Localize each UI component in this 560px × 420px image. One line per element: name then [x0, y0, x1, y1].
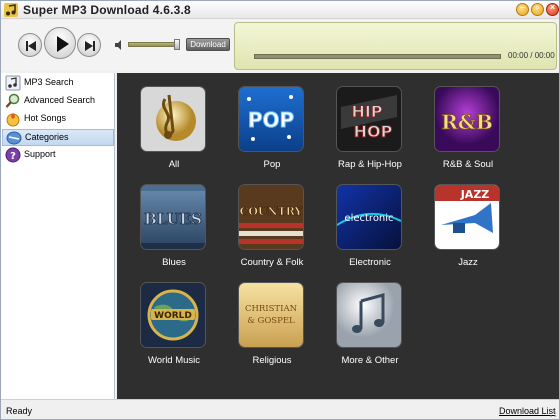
svg-text:?: ? — [10, 151, 16, 162]
play-button[interactable] — [44, 27, 76, 59]
world-globe-icon: WORLD — [141, 283, 205, 347]
previous-icon — [26, 41, 36, 51]
svg-text:BLUES: BLUES — [144, 210, 202, 228]
sidebar-item-hot-songs[interactable]: Hot Songs — [2, 111, 114, 128]
categories-icon — [6, 131, 22, 145]
electronic-badge-icon: electronic — [337, 185, 401, 249]
now-playing-display: 00:00 / 00:00 — [234, 22, 557, 70]
sidebar-item-label: MP3 Search — [24, 77, 74, 87]
sidebar-item-support[interactable]: ? Support — [2, 147, 114, 164]
help-icon: ? — [5, 147, 21, 163]
next-button[interactable] — [77, 33, 101, 57]
svg-text:R&B: R&B — [441, 110, 493, 134]
volume-slider-knob[interactable] — [174, 39, 180, 50]
download-list-link[interactable]: Download List — [499, 406, 556, 416]
hip-hop-badge-icon: HIP HOP — [337, 87, 401, 151]
category-label: Electronic — [349, 257, 391, 268]
svg-text:HOP: HOP — [354, 122, 393, 141]
title-bar[interactable]: Super MP3 Download 4.6.3.8 – ▫ × — [1, 1, 559, 19]
app-logo-icon — [4, 3, 18, 17]
volume-slider[interactable] — [128, 42, 178, 47]
time-readout: 00:00 / 00:00 — [508, 51, 555, 60]
category-label: Blues — [162, 257, 186, 268]
svg-text:WORLD: WORLD — [154, 311, 192, 321]
previous-button[interactable] — [18, 33, 42, 57]
sidebar-item-label: Support — [24, 149, 56, 159]
sidebar-item-label: Advanced Search — [24, 95, 96, 105]
close-icon: × — [549, 2, 556, 12]
sidebar-item-label: Categories — [25, 132, 69, 142]
category-label: Religious — [252, 355, 292, 366]
music-note-icon — [5, 75, 21, 91]
country-badge-icon: COUNTRY — [239, 185, 303, 249]
player-bar: Download 00:00 / 00:00 — [1, 20, 559, 71]
window-title: Super MP3 Download 4.6.3.8 — [23, 3, 191, 17]
maximize-icon: ▫ — [535, 2, 540, 12]
sidebar: MP3 Search Advanced Search Hot Songs Cat… — [1, 73, 115, 399]
category-label: Pop — [263, 159, 281, 170]
blues-badge-icon: BLUES — [141, 185, 205, 249]
svg-text:electronic: electronic — [344, 213, 393, 224]
category-label: World Music — [147, 355, 201, 366]
svg-text:POP: POP — [248, 108, 294, 132]
sidebar-item-mp3-search[interactable]: MP3 Search — [2, 75, 114, 92]
hot-icon — [6, 113, 20, 127]
minimize-icon: – — [519, 2, 525, 12]
silver-music-note-icon — [337, 283, 401, 347]
categories-grid: All POP Pop HIP HOP Rap & Hip-Hop R&B R&… — [117, 73, 559, 399]
christian-gospel-icon: CHRISTIAN & GOSPEL — [239, 283, 303, 347]
speaker-icon[interactable] — [114, 39, 126, 51]
sidebar-item-categories[interactable]: Categories — [2, 129, 114, 146]
resize-grip-icon[interactable] — [549, 410, 557, 418]
category-label: R&B & Soul — [442, 159, 494, 170]
next-icon — [85, 41, 95, 51]
maximize-button[interactable]: ▫ — [531, 2, 544, 16]
svg-text:CHRISTIAN: CHRISTIAN — [245, 304, 298, 314]
svg-text:JAZZ: JAZZ — [460, 188, 490, 201]
pop-badge-icon: POP — [239, 87, 303, 151]
jazz-trumpet-icon: JAZZ — [435, 185, 499, 249]
sidebar-item-label: Hot Songs — [24, 113, 67, 123]
rnb-badge-icon: R&B — [435, 87, 499, 151]
category-label: Jazz — [458, 257, 478, 268]
svg-text:COUNTRY: COUNTRY — [240, 205, 303, 218]
app-window: Super MP3 Download 4.6.3.8 – ▫ × Downloa… — [0, 0, 560, 420]
svg-text:HIP: HIP — [351, 102, 382, 121]
category-label: Rap & Hip-Hop — [338, 159, 402, 170]
sidebar-item-advanced-search[interactable]: Advanced Search — [2, 93, 114, 110]
category-label: All — [168, 159, 180, 170]
magnifier-icon — [5, 93, 20, 108]
seek-bar[interactable] — [254, 54, 501, 59]
status-text: Ready — [6, 406, 33, 416]
status-bar: Ready Download List — [1, 399, 559, 419]
svg-text:& GOSPEL: & GOSPEL — [247, 316, 295, 326]
download-button[interactable]: Download — [186, 38, 230, 51]
category-label: Country & Folk — [240, 257, 304, 268]
close-button[interactable]: × — [546, 2, 559, 16]
gold-music-note-icon — [141, 87, 205, 151]
play-icon — [57, 36, 69, 52]
minimize-button[interactable]: – — [516, 2, 529, 16]
category-label: More & Other — [341, 355, 399, 366]
